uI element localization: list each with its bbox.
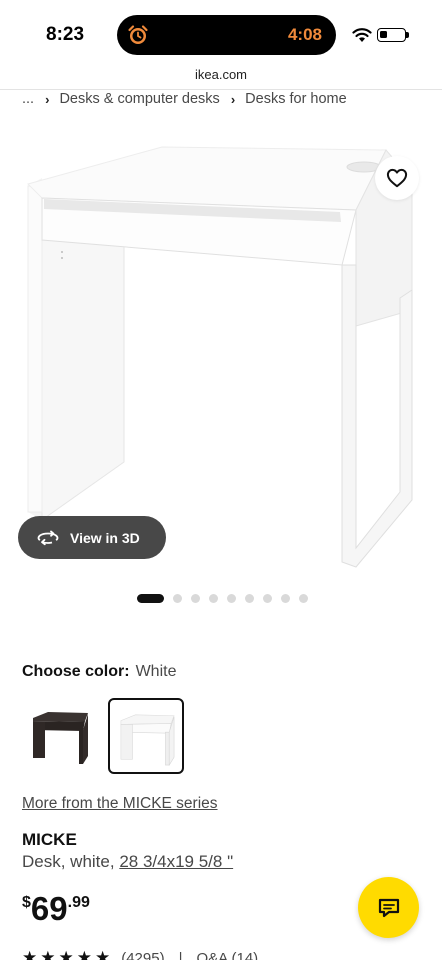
color-swatch-black-brown[interactable] xyxy=(22,698,98,774)
breadcrumb-desks-computer-desks[interactable]: Desks & computer desks xyxy=(59,91,219,107)
review-count[interactable]: (4295) xyxy=(121,950,164,960)
carousel-dot[interactable] xyxy=(299,594,308,603)
product-name: MICKE xyxy=(22,830,77,849)
carousel-dots[interactable] xyxy=(137,594,317,603)
price-currency: $ xyxy=(22,894,31,911)
series-link[interactable]: More from the MICKE series xyxy=(22,795,218,813)
chat-icon xyxy=(378,898,399,917)
color-swatch-white[interactable] xyxy=(108,698,184,774)
desk-black-brown-thumbnail xyxy=(33,712,88,764)
view-in-3d-button[interactable]: View in 3D xyxy=(18,516,166,559)
chat-button[interactable] xyxy=(358,877,419,938)
reviews-row: ★★★★★ (4295) | Q&A (14) xyxy=(22,948,258,960)
status-time: 8:23 xyxy=(46,24,85,45)
carousel-dot[interactable] xyxy=(245,594,254,603)
rotate-3d-icon xyxy=(37,530,59,545)
dynamic-island: 4:08 xyxy=(117,15,336,55)
divider xyxy=(0,89,442,90)
favorite-button[interactable] xyxy=(375,156,419,200)
product-description: Desk, white, 28 3/4x19 5/8 " xyxy=(22,852,233,872)
qa-link[interactable]: Q&A (14) xyxy=(196,950,258,960)
price-decimal: .99 xyxy=(67,894,90,911)
status-bar: 8:23 4:08 xyxy=(0,0,442,62)
timer-readout: 4:08 xyxy=(287,25,322,44)
carousel-dot[interactable] xyxy=(137,594,164,603)
product-dimensions-link[interactable]: 28 3/4x19 5/8 " xyxy=(119,852,233,871)
battery-tip xyxy=(406,32,409,38)
separator: | xyxy=(178,949,183,960)
browser-url[interactable]: ikea.com xyxy=(0,67,442,82)
carousel-dot[interactable] xyxy=(281,594,290,603)
carousel-dot[interactable] xyxy=(263,594,272,603)
breadcrumb-ellipsis[interactable]: ... xyxy=(22,91,34,107)
heart-icon xyxy=(386,168,408,188)
alarm-clock-icon xyxy=(128,25,148,44)
breadcrumb-desks-for-home[interactable]: Desks for home xyxy=(245,91,347,107)
breadcrumb: ... › Desks & computer desks › Desks for… xyxy=(22,91,347,107)
product-price: $69.99 xyxy=(22,890,90,928)
battery-icon xyxy=(377,28,406,42)
choose-color-value: White xyxy=(135,663,177,680)
carousel-dot[interactable] xyxy=(173,594,182,603)
price-integer: 69 xyxy=(30,890,68,927)
view-in-3d-label: View in 3D xyxy=(70,529,140,546)
rating-stars[interactable]: ★★★★★ xyxy=(22,948,113,960)
carousel-dot[interactable] xyxy=(209,594,218,603)
product-description-text: Desk, white, xyxy=(22,852,115,871)
carousel-dot[interactable] xyxy=(227,594,236,603)
chevron-right-icon: › xyxy=(45,91,50,107)
choose-color-label: Choose color: xyxy=(22,663,130,680)
carousel-dot[interactable] xyxy=(191,594,200,603)
wifi-icon xyxy=(352,28,372,42)
chevron-right-icon: › xyxy=(230,91,236,107)
choose-color: Choose color: White xyxy=(22,663,176,681)
desk-white-thumbnail xyxy=(120,714,175,767)
